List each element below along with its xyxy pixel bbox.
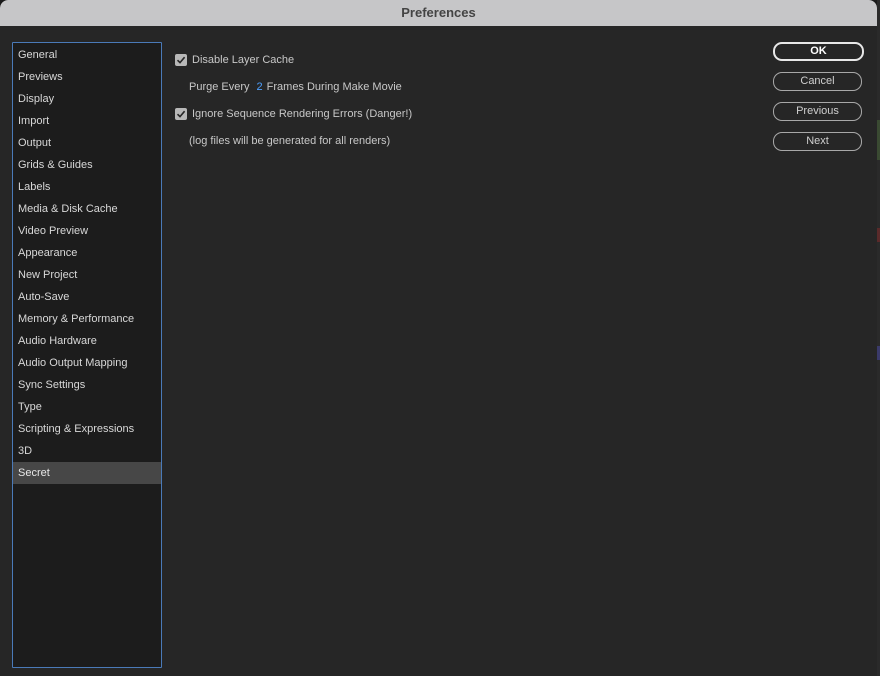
preferences-window: Preferences General Previews Display Import… [0, 0, 877, 676]
sidebar-item-audio-output-mapping[interactable]: Audio Output Mapping [13, 352, 161, 374]
sidebar-item-sync-settings[interactable]: Sync Settings [13, 374, 161, 396]
ignore-errors-label: Ignore Sequence Rendering Errors (Danger… [192, 108, 413, 120]
sidebar-item-secret[interactable]: Secret [13, 462, 161, 484]
ignore-errors-row[interactable]: Ignore Sequence Rendering Errors (Danger… [175, 108, 412, 120]
secret-panel: Disable Layer Cache Purge Every 2 Frames… [160, 26, 760, 676]
disable-layer-cache-label: Disable Layer Cache [192, 54, 295, 66]
sidebar-item-import[interactable]: Import [13, 110, 161, 132]
ok-button[interactable]: OK [773, 42, 864, 61]
previous-button[interactable]: Previous [773, 102, 862, 121]
log-note-row: (log files will be generated for all ren… [189, 135, 390, 147]
sidebar-item-previews[interactable]: Previews [13, 66, 161, 88]
log-note-text: (log files will be generated for all ren… [189, 135, 391, 147]
disable-layer-cache-checkbox[interactable] [175, 54, 187, 66]
sidebar-item-auto-save[interactable]: Auto-Save [13, 286, 161, 308]
sidebar-item-general[interactable]: General [13, 44, 161, 66]
sidebar-item-memory-and-performance[interactable]: Memory & Performance [13, 308, 161, 330]
sidebar-item-appearance[interactable]: Appearance [13, 242, 161, 264]
purge-prefix-label: Purge Every [189, 81, 250, 93]
sidebar-item-media-and-disk-cache[interactable]: Media & Disk Cache [13, 198, 161, 220]
purge-row: Purge Every 2 Frames During Make Movie [189, 81, 402, 93]
purge-suffix-label: Frames During Make Movie [266, 81, 402, 93]
sidebar-item-video-preview[interactable]: Video Preview [13, 220, 161, 242]
disable-layer-cache-row[interactable]: Disable Layer Cache [175, 54, 294, 66]
sidebar-item-labels[interactable]: Labels [13, 176, 161, 198]
purge-frames-value[interactable]: 2 [257, 81, 263, 93]
sidebar-item-display[interactable]: Display [13, 88, 161, 110]
window-title: Preferences [0, 0, 877, 26]
sidebar-item-output[interactable]: Output [13, 132, 161, 154]
sidebar-item-3d[interactable]: 3D [13, 440, 161, 462]
checkmark-icon [176, 56, 186, 64]
next-button[interactable]: Next [773, 132, 862, 151]
sidebar-item-new-project[interactable]: New Project [13, 264, 161, 286]
cancel-button[interactable]: Cancel [773, 72, 862, 91]
sidebar-item-scripting-and-expressions[interactable]: Scripting & Expressions [13, 418, 161, 440]
sidebar-item-audio-hardware[interactable]: Audio Hardware [13, 330, 161, 352]
category-list: General Previews Display Import Output Grids … [13, 44, 161, 484]
preferences-category-list[interactable]: General Previews Display Import Output Grids … [12, 42, 162, 668]
ignore-errors-checkbox[interactable] [175, 108, 187, 120]
sidebar-item-type[interactable]: Type [13, 396, 161, 418]
checkmark-icon [176, 110, 186, 118]
sidebar-item-grids-and-guides[interactable]: Grids & Guides [13, 154, 161, 176]
